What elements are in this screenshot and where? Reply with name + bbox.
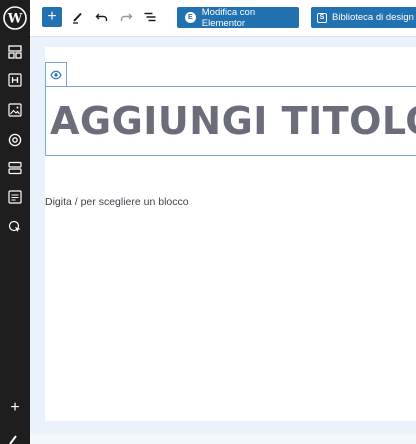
target-icon[interactable] xyxy=(5,130,25,150)
design-library-logo-icon: S xyxy=(317,12,327,23)
list-view-icon[interactable] xyxy=(142,9,158,25)
visibility-toggle[interactable] xyxy=(45,62,67,86)
left-sidebar: W + xyxy=(0,0,30,444)
redo-icon[interactable] xyxy=(118,9,134,25)
svg-text:W: W xyxy=(7,12,23,27)
editor-footer xyxy=(30,434,416,444)
elementor-logo-icon: E xyxy=(185,12,196,23)
stack-icon[interactable] xyxy=(5,158,25,178)
add-block-button[interactable]: + xyxy=(42,7,62,27)
top-toolbar: + E Modifica con Elementor S Biblioteca … xyxy=(30,0,416,37)
design-library-button[interactable]: S Biblioteca di design xyxy=(311,7,416,28)
undo-icon[interactable] xyxy=(94,9,110,25)
plus-icon[interactable]: + xyxy=(7,400,23,416)
wordpress-logo-icon[interactable]: W xyxy=(3,6,27,30)
image-icon[interactable] xyxy=(5,100,25,120)
text-block-icon[interactable] xyxy=(5,187,25,207)
block-placeholder[interactable]: Digita / per scegliere un blocco xyxy=(45,196,189,208)
collapse-icon[interactable] xyxy=(8,432,22,444)
layout-icon[interactable] xyxy=(5,42,25,62)
eye-icon xyxy=(50,70,62,79)
page-title[interactable]: AGGIUNGI TITOLO xyxy=(50,99,416,143)
heading-icon[interactable] xyxy=(5,70,25,90)
pointer-icon[interactable] xyxy=(5,217,25,237)
pencil-icon[interactable] xyxy=(70,9,86,25)
edit-with-elementor-button[interactable]: E Modifica con Elementor xyxy=(177,6,299,29)
title-block[interactable]: AGGIUNGI TITOLO xyxy=(45,86,416,156)
design-library-label: Biblioteca di design xyxy=(332,12,414,23)
edit-with-elementor-label: Modifica con Elementor xyxy=(201,6,256,29)
